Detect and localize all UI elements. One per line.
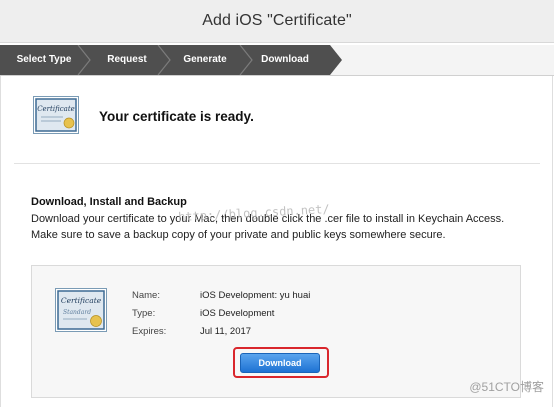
step-request: Request	[107, 54, 147, 65]
certificate-icon: Certificate	[33, 96, 79, 139]
cert-card-script-sub: Standard	[63, 309, 91, 316]
divider	[14, 163, 540, 164]
cert-script-text: Certificate	[37, 105, 75, 113]
step-generate: Generate	[183, 54, 227, 65]
type-label: Type:	[132, 308, 156, 319]
expires-value: Jul 11, 2017	[200, 326, 252, 337]
type-value: iOS Development	[200, 308, 275, 319]
name-value: iOS Development: yu huai	[200, 290, 311, 301]
step-progress: Select Type Request Generate Download	[0, 45, 554, 76]
section-title: Download, Install and Backup	[31, 196, 187, 208]
page-title: Add iOS "Certificate"	[202, 12, 352, 29]
expires-label: Expires:	[132, 326, 167, 337]
step-select-type: Select Type	[16, 54, 72, 65]
corner-watermark: @51CTO博客	[469, 380, 544, 394]
certificate-standard-icon: Certificate Standard	[55, 288, 107, 337]
download-button[interactable]: Download	[240, 353, 320, 373]
ready-message: Your certificate is ready.	[99, 109, 254, 124]
title-bar: Add iOS "Certificate"	[0, 0, 554, 43]
cert-card-script-text: Certificate	[61, 296, 102, 305]
step-download: Download	[261, 54, 309, 65]
name-label: Name:	[132, 290, 160, 301]
